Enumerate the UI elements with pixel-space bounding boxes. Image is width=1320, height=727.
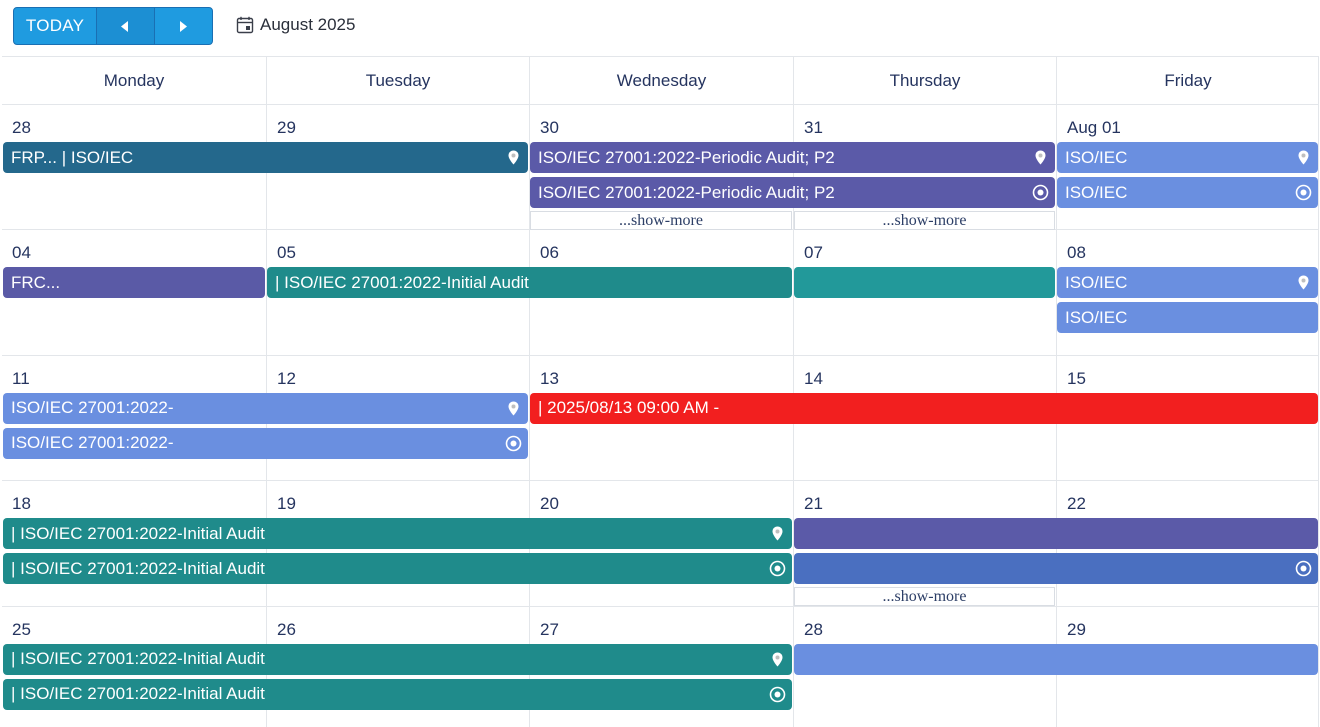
calendar-event[interactable]: ISO/IEC	[1057, 302, 1318, 334]
prev-month-button[interactable]	[97, 8, 155, 44]
day-number: 30	[540, 118, 559, 137]
day-number: 18	[12, 494, 31, 514]
weekday-wednesday: Wednesday	[529, 57, 793, 105]
day-number: 11	[12, 368, 30, 388]
weekday-monday: Monday	[103, 71, 165, 90]
calendar-event[interactable]: ISO/IEC 27001:2022-Periodic Audit; P2	[530, 177, 1055, 208]
nav-button-group: TODAY	[13, 7, 213, 45]
target-icon	[1032, 184, 1049, 201]
calendar-event[interactable]	[794, 643, 1318, 675]
calendar-event[interactable]: ISO/IEC 27001:2022-Periodic Audit; P2	[530, 142, 1055, 173]
day-number: Aug 01	[1067, 118, 1121, 137]
day-number: 25	[12, 619, 31, 639]
event-title: ISO/IEC 27001:2022-Periodic Audit; P2	[538, 182, 835, 202]
calendar-event[interactable]: ISO/IEC 27001:2022-	[3, 427, 528, 459]
event-title: | ISO/IEC 27001:2022-Initial Audit	[11, 558, 265, 578]
location-pin-icon	[769, 651, 786, 668]
day-number: 04	[12, 243, 31, 263]
calendar-event[interactable]: ISO/IEC	[1057, 142, 1318, 173]
day-number: 15	[1067, 368, 1086, 388]
weekday-tuesday: Tuesday	[266, 57, 529, 105]
target-icon	[1295, 184, 1312, 201]
event-title: | ISO/IEC 27001:2022-Initial Audit	[11, 523, 265, 543]
triangle-right-icon	[180, 20, 188, 32]
weekday-header: Monday Tuesday Wednesday Thursday Friday	[2, 57, 1319, 105]
event-title: | ISO/IEC 27001:2022-Initial Audit	[11, 684, 265, 704]
calendar-event[interactable]: | ISO/IEC 27001:2022-Initial Audit	[3, 518, 792, 550]
day-number: 27	[540, 619, 559, 639]
event-title: | ISO/IEC 27001:2022-Initial Audit	[11, 649, 265, 669]
calendar-event[interactable]: ISO/IEC 27001:2022-	[3, 392, 528, 424]
calendar-event[interactable]: ISO/IEC	[1057, 267, 1318, 299]
day-number: 06	[540, 243, 559, 263]
calendar-event[interactable]	[794, 518, 1318, 550]
day-number: 13	[540, 368, 559, 388]
location-pin-icon	[505, 149, 522, 166]
current-month: August 2025	[236, 15, 355, 35]
weekday-thursday: Thursday	[793, 57, 1056, 105]
show-more-link[interactable]: ...show-more	[794, 587, 1055, 607]
event-title: FRC...	[11, 272, 61, 292]
day-number: 26	[277, 619, 296, 639]
calendar-event[interactable]: | ISO/IEC 27001:2022-Initial Audit	[3, 553, 792, 585]
day-number: 05	[277, 243, 296, 263]
event-title: ISO/IEC	[1065, 307, 1128, 327]
location-pin-icon	[1295, 149, 1312, 166]
next-month-button[interactable]	[155, 8, 212, 44]
event-title: ISO/IEC	[1065, 182, 1128, 202]
target-icon	[1295, 560, 1312, 577]
location-pin-icon	[505, 400, 522, 417]
event-title: | 2025/08/13 09:00 AM -	[538, 398, 720, 418]
calendar-event[interactable]: FRC...	[3, 267, 265, 299]
calendar-event[interactable]: | ISO/IEC 27001:2022-Initial Audit	[3, 678, 792, 710]
day-number: 29	[277, 118, 296, 137]
show-more-link[interactable]: ...show-more	[794, 211, 1055, 230]
event-title: ISO/IEC 27001:2022-	[11, 433, 174, 453]
day-number: 07	[804, 243, 823, 263]
day-number: 22	[1067, 494, 1086, 514]
week-row: 04 05 06 07 08 FRC... | ISO/IEC 27001:2022-Ini…	[2, 230, 1319, 356]
target-icon	[769, 560, 786, 577]
day-number: 28	[804, 619, 823, 639]
calendar-event[interactable]: | ISO/IEC 27001:2022-Initial Audit	[3, 643, 792, 675]
event-title: FRP... | ISO/IEC	[11, 147, 134, 167]
location-pin-icon	[1032, 149, 1049, 166]
event-title: ISO/IEC	[1065, 272, 1128, 292]
event-title: ISO/IEC	[1065, 147, 1128, 167]
calendar-toolbar: TODAY August 2025	[0, 0, 1320, 56]
week-row: 25 26 27 28 29 | ISO/IEC 27001:2022-Initial A…	[2, 606, 1319, 727]
day-number: 12	[277, 368, 296, 388]
day-number: 31	[804, 118, 823, 137]
month-label: August 2025	[260, 15, 356, 34]
day-number: 14	[804, 368, 823, 388]
day-number: 29	[1067, 619, 1086, 639]
calendar-event[interactable]: FRP... | ISO/IEC	[3, 142, 528, 173]
location-pin-icon	[769, 525, 786, 542]
calendar-event[interactable]: | 2025/08/13 09:00 AM -	[530, 392, 1318, 424]
target-icon	[505, 435, 522, 452]
event-title: ISO/IEC 27001:2022-	[11, 398, 174, 418]
triangle-left-icon	[121, 20, 129, 32]
calendar-event[interactable]	[794, 553, 1318, 585]
day-number: 08	[1067, 243, 1086, 263]
calendar-event[interactable]: | ISO/IEC 27001:2022-Initial Audit	[267, 267, 792, 299]
day-number: 20	[540, 494, 559, 514]
weekday-friday: Friday	[1056, 57, 1319, 105]
day-number: 28	[12, 118, 31, 137]
event-title: | ISO/IEC 27001:2022-Initial Audit	[275, 272, 529, 292]
calendar-icon	[236, 16, 254, 34]
location-pin-icon	[1295, 274, 1312, 291]
calendar-event[interactable]: ISO/IEC	[1057, 177, 1318, 208]
show-more-link[interactable]: ...show-more	[530, 211, 792, 230]
week-row: 18 19 20 21 22 | ISO/IEC 27001:2022-Initial A…	[2, 481, 1319, 607]
today-button[interactable]: TODAY	[14, 8, 98, 44]
week-row: 11 12 13 14 15 ISO/IEC 27001:2022- | 2025/08/1…	[2, 355, 1319, 482]
week-row: 28 29 30 31 Aug 01 FRP... | ISO/IEC ISO/IEC 27…	[2, 105, 1319, 231]
day-number: 21	[804, 494, 823, 514]
event-title: ISO/IEC 27001:2022-Periodic Audit; P2	[538, 147, 835, 167]
target-icon	[769, 686, 786, 703]
month-grid: Monday Tuesday Wednesday Thursday Friday 28 2…	[2, 56, 1319, 727]
day-number: 19	[277, 494, 296, 514]
calendar-event[interactable]	[794, 267, 1055, 299]
